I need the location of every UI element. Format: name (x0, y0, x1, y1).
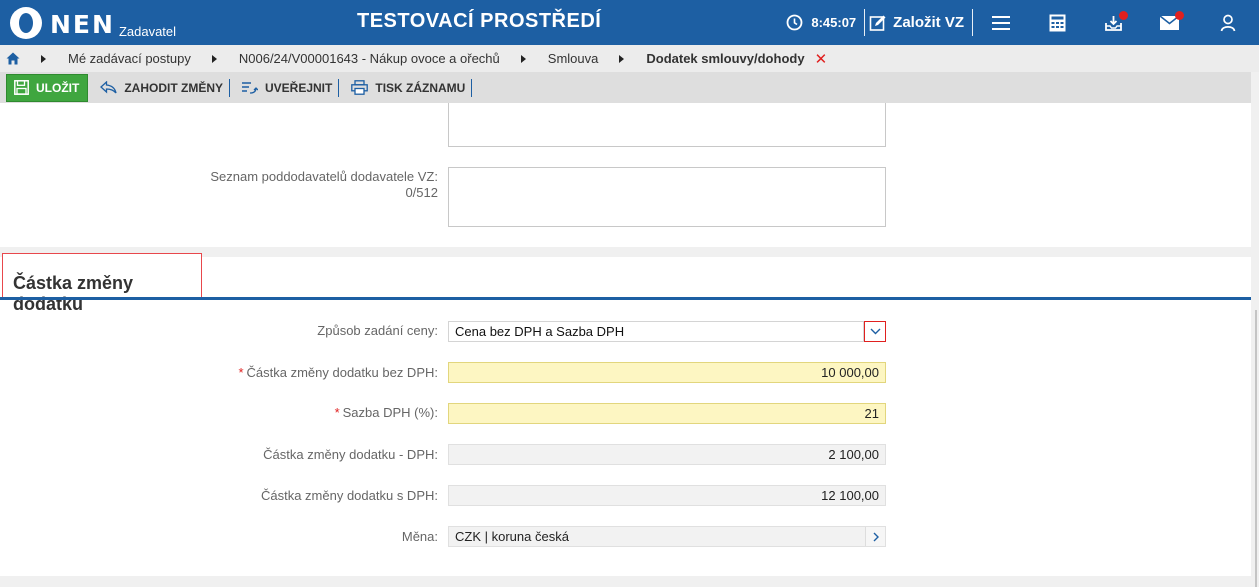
amount-without-vat-input[interactable]: 10 000,00 (448, 362, 886, 383)
required-marker: * (334, 405, 340, 420)
messages-button[interactable] (1141, 0, 1197, 45)
breadcrumb-separator-icon (619, 54, 625, 63)
logo-subtitle: Zadavatel (118, 24, 177, 39)
breadcrumb-separator-icon (211, 54, 217, 63)
printer-icon (351, 80, 369, 95)
currency-open-button[interactable] (865, 527, 885, 546)
subcontractors-counter: 0/512 (405, 185, 438, 200)
publish-list-icon (242, 81, 258, 94)
chevron-right-icon (873, 532, 879, 541)
calculator-button[interactable] (1029, 0, 1085, 45)
vat-rate-label-text: Sazba DPH (%): (342, 405, 438, 420)
toolbar-divider (471, 78, 473, 97)
currency-field[interactable]: CZK | koruna česká (448, 526, 886, 547)
header-divider (864, 9, 866, 36)
price-method-dropdown-button[interactable] (864, 321, 886, 342)
previous-textarea[interactable] (448, 103, 886, 147)
clock-time: 8:45:07 (811, 15, 857, 30)
section-underline (0, 297, 1251, 300)
amount-without-vat-label: * Částka změny dodatku bez DPH: (150, 365, 438, 381)
vat-amount-field: 2 100,00 (448, 444, 886, 465)
vat-rate-label: * Sazba DPH (%): (150, 405, 438, 421)
notification-dot (1119, 11, 1128, 20)
user-button[interactable] (1197, 0, 1259, 45)
publish-label: UVEŘEJNIT (265, 80, 333, 95)
subcontractors-textarea[interactable] (448, 167, 886, 227)
session-clock: 8:45:07 (786, 14, 856, 31)
discard-changes-label: ZAHODIT ZMĚNY (124, 80, 223, 95)
home-icon (6, 52, 20, 65)
save-label: ULOŽIT (36, 80, 80, 95)
environment-title: TESTOVACÍ PROSTŘEDÍ (357, 10, 602, 32)
page-scrollbar-thumb[interactable] (1255, 310, 1257, 587)
chevron-down-icon (870, 328, 880, 335)
logo-circle-icon (10, 7, 42, 39)
print-record-button[interactable]: TISK ZÁZNAMU (339, 72, 471, 103)
logo-text: NEN (50, 10, 115, 39)
nen-logo[interactable]: NEN Zadavatel (10, 6, 176, 40)
top-bar: NEN Zadavatel TESTOVACÍ PROSTŘEDÍ 8:45:0… (0, 0, 1259, 45)
breadcrumb-separator-icon (41, 54, 46, 63)
edit-icon (869, 15, 886, 31)
home-link[interactable] (6, 52, 20, 65)
create-tender-label: Založit VZ (893, 14, 964, 31)
breadcrumb: Mé zadávací postupy N006/24/V00001643 - … (0, 45, 1259, 72)
undo-arrow-icon (100, 81, 117, 94)
subcontractors-label-text: Seznam poddodavatelů dodavatele VZ: (210, 169, 438, 184)
breadcrumb-item[interactable]: N006/24/V00001643 - Nákup ovoce a ořechů (239, 51, 500, 66)
breadcrumb-separator-icon (520, 54, 526, 63)
breadcrumb-item[interactable]: Mé zadávací postupy (68, 51, 191, 66)
subcontractors-label: Seznam poddodavatelů dodavatele VZ: 0/51… (150, 169, 438, 201)
print-record-label: TISK ZÁZNAMU (375, 80, 466, 95)
section-title: Částka změny dodatku (2, 253, 202, 314)
breadcrumb-current: Dodatek smlouvy/dohody (646, 51, 805, 66)
breadcrumb-item[interactable]: Smlouva (548, 51, 599, 66)
amount-without-vat-label-text: Částka změny dodatku bez DPH: (246, 365, 438, 380)
amount-with-vat-field: 12 100,00 (448, 485, 886, 506)
user-icon (1220, 14, 1236, 31)
close-tab-icon[interactable]: ✕ (815, 50, 828, 68)
vat-amount-label: Částka změny dodatku - DPH: (263, 447, 438, 462)
inbox-button[interactable] (1085, 0, 1141, 45)
price-method-label: Způsob zadání ceny: (317, 323, 438, 338)
hamburger-menu-icon (992, 15, 1010, 30)
floppy-disk-icon (14, 80, 29, 95)
notification-dot (1175, 11, 1184, 20)
vat-rate-input[interactable]: 21 (448, 403, 886, 424)
calculator-icon (1049, 14, 1065, 31)
create-tender-button[interactable]: Založit VZ (865, 14, 972, 32)
toolbar: ULOŽIT ZAHODIT ZMĚNY UVEŘEJNIT TISK ZÁZN… (0, 72, 1251, 103)
amount-with-vat-label: Částka změny dodatku s DPH: (260, 488, 438, 503)
clock-icon (786, 14, 803, 31)
discard-changes-button[interactable]: ZAHODIT ZMĚNY (88, 72, 229, 103)
required-marker: * (238, 365, 244, 380)
publish-button[interactable]: UVEŘEJNIT (230, 72, 338, 103)
price-method-select[interactable]: Cena bez DPH a Sazba DPH (448, 321, 864, 342)
currency-label: Měna: (401, 529, 438, 544)
save-button[interactable]: ULOŽIT (6, 73, 89, 102)
menu-button[interactable] (973, 0, 1029, 45)
